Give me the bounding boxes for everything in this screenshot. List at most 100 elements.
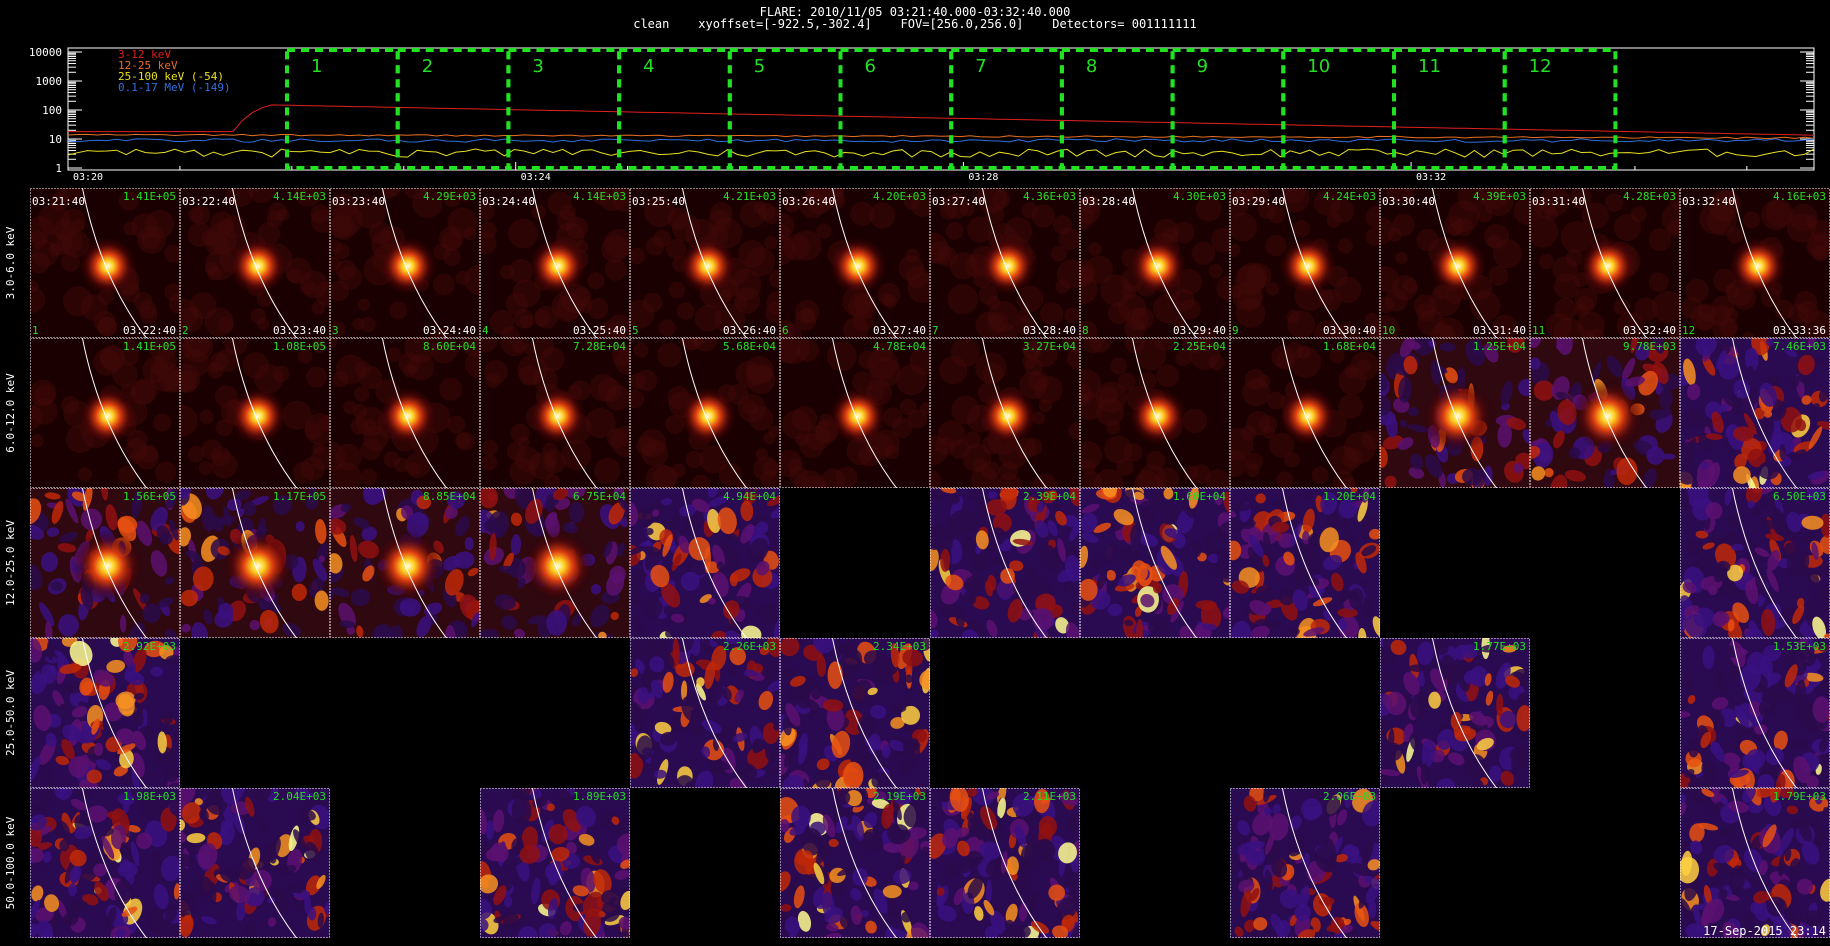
noise-blob	[1338, 394, 1363, 419]
start-time: 03:27:40	[932, 195, 985, 208]
noise-blob	[463, 227, 477, 241]
interval-index: 7	[932, 324, 939, 337]
noise-blob	[407, 462, 421, 476]
peak-value: 7.28E+04	[573, 340, 626, 353]
interval-label: 3	[532, 56, 543, 77]
noise-blob	[883, 294, 897, 309]
lightcurve-frame	[67, 47, 1815, 171]
noise-blob	[481, 439, 498, 456]
source-blob	[1728, 236, 1788, 296]
image-tile: 1.41E+05	[30, 338, 180, 488]
start-time: 03:28:40	[1082, 195, 1135, 208]
start-time: 03:31:40	[1532, 195, 1585, 208]
image-tile: 4.14E+03 03:22:40 03:23:40 2	[180, 188, 330, 338]
image-tile: 2.19E+03	[780, 788, 930, 938]
noise-blob	[389, 301, 408, 320]
interval-index: 8	[1082, 324, 1089, 337]
noise-blob	[641, 439, 669, 467]
end-time: 03:30:40	[1323, 324, 1376, 337]
noise-blob	[164, 244, 180, 263]
noise-blob	[1284, 451, 1300, 468]
noise-blob	[518, 365, 540, 386]
noise-blob	[1439, 325, 1453, 338]
end-time: 03:25:40	[573, 324, 626, 337]
image-tile: 1.60E+04	[1080, 488, 1230, 638]
image-tile: 2.34E+03	[780, 638, 930, 788]
source-blob	[522, 530, 594, 602]
x-tick-label: 03:28	[968, 172, 998, 180]
peak-value: 1.41E+05	[123, 340, 176, 353]
image-tile: 9.78E+03	[1530, 338, 1680, 488]
image-tile: 4.94E+04	[630, 488, 780, 638]
noise-blob	[1208, 354, 1225, 371]
image-tile: 4.36E+03 03:27:40 03:28:40 7	[930, 188, 1080, 338]
plot-subtitle: clean xyoffset=[-922.5,-302.4] FOV=[256.…	[633, 17, 1197, 31]
noise-blob	[199, 409, 214, 425]
noise-blob	[358, 365, 383, 390]
image-tile: 2.39E+04	[930, 488, 1080, 638]
noise-blob	[791, 230, 822, 261]
peak-value: 3.27E+04	[1023, 340, 1076, 353]
x-tick-label: 03:32	[1416, 172, 1446, 180]
noise-blob	[509, 458, 537, 486]
peak-value: 6.50E+03	[1773, 490, 1826, 503]
noise-blob	[1104, 435, 1133, 464]
noise-blob	[1326, 213, 1342, 228]
interval-box	[949, 48, 1064, 170]
noise-blob	[272, 365, 290, 383]
image-tile: 7.28E+04	[480, 338, 630, 488]
noise-blob	[676, 302, 695, 321]
image-tile: 1.17E+05	[180, 488, 330, 638]
noise-blob	[939, 356, 968, 385]
peak-value: 2.04E+03	[273, 790, 326, 803]
y-tick-label: 1000	[36, 75, 63, 88]
noise-blob	[1648, 272, 1669, 293]
peak-value: 1.79E+03	[1773, 790, 1826, 803]
noise-blob	[1319, 289, 1342, 312]
interval-label: 6	[865, 56, 876, 77]
noise-blob	[1110, 357, 1128, 375]
source-blob	[1422, 380, 1494, 452]
end-time: 03:27:40	[873, 324, 926, 337]
image-tile: 1.20E+04	[1230, 488, 1380, 638]
peak-value: 1.68E+04	[1323, 340, 1376, 353]
noise-blob	[821, 468, 845, 488]
noise-blob	[1392, 213, 1415, 236]
peak-value: 2.25E+04	[1173, 340, 1226, 353]
peak-value: 1.41E+05	[123, 190, 176, 203]
noise-blob	[1812, 696, 1830, 723]
noise-blob	[508, 218, 538, 249]
source-blob	[228, 236, 288, 296]
interval-label: 4	[643, 56, 654, 77]
noise-blob	[1488, 265, 1509, 286]
image-tile: 3.27E+04	[930, 338, 1080, 488]
peak-value: 8.60E+04	[423, 340, 476, 353]
curve-3-12kev	[68, 104, 1815, 136]
noise-blob	[788, 458, 802, 472]
interval-index: 11	[1532, 324, 1545, 337]
noise-blob	[1395, 251, 1408, 265]
noise-blob	[973, 458, 987, 473]
start-time: 03:22:40	[182, 195, 235, 208]
noise-blob	[869, 202, 896, 229]
noise-blob	[268, 202, 287, 221]
peak-value: 4.16E+03	[1773, 190, 1826, 203]
source-blob	[1278, 386, 1338, 446]
noise-blob	[1710, 305, 1732, 327]
source-blob	[372, 530, 444, 602]
peak-value: 4.94E+04	[723, 490, 776, 503]
noise-blob	[1031, 204, 1056, 228]
noise-blob	[566, 216, 589, 240]
noise-blob	[77, 467, 92, 482]
noise-blob	[1236, 284, 1262, 310]
end-time: 03:28:40	[1023, 324, 1076, 337]
noise-blob	[485, 820, 495, 841]
peak-value: 1.25E+04	[1473, 340, 1526, 353]
peak-value: 4.14E+03	[273, 190, 326, 203]
source-blob	[978, 386, 1038, 446]
noise-blob	[1184, 465, 1199, 480]
image-tile: 4.29E+03 03:23:40 03:24:40 3	[330, 188, 480, 338]
peak-value: 1.56E+05	[123, 490, 176, 503]
energy-band-label: 12.0-25.0 keV	[4, 520, 17, 606]
interval-label: 10	[1307, 56, 1330, 77]
